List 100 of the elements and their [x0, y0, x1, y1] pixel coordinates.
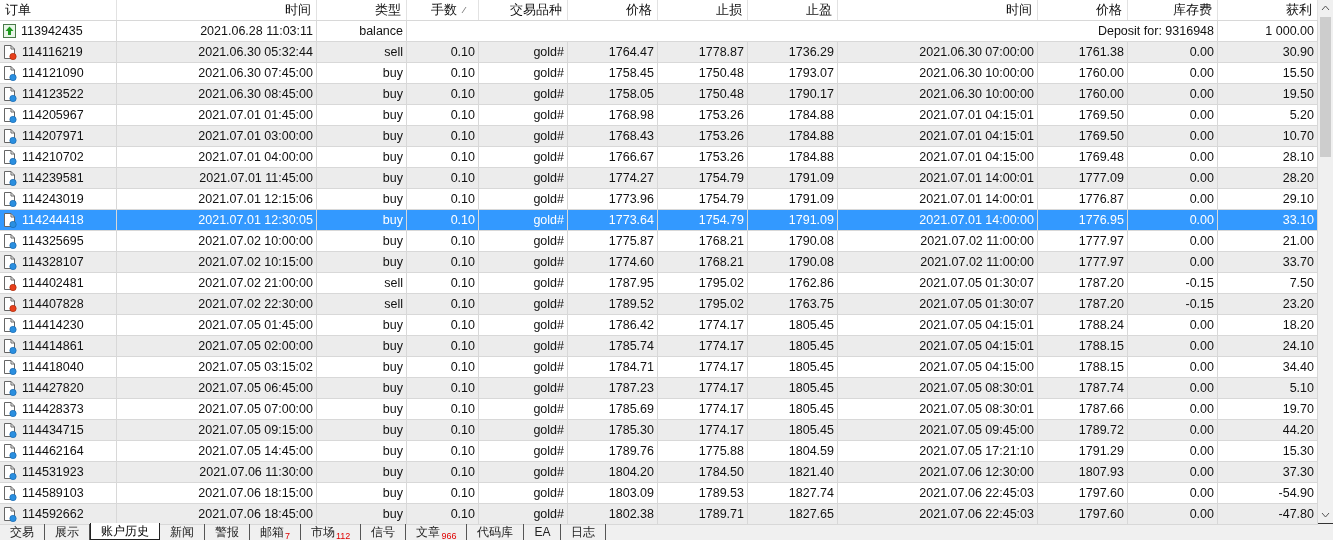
table-cell: 0.10	[407, 231, 479, 251]
table-cell: 0.10	[407, 105, 479, 125]
table-cell: 1785.74	[568, 336, 658, 356]
table-cell: 2021.07.02 10:15:00	[117, 252, 317, 272]
table-cell: 1750.48	[658, 84, 748, 104]
table-cell: 1760.00	[1038, 63, 1128, 83]
table-cell: 114407828	[22, 297, 84, 311]
table-cell: 2021.07.01 12:30:05	[117, 210, 317, 230]
table-cell: 0.10	[407, 84, 479, 104]
table-cell: buy	[317, 84, 407, 104]
table-cell: 1750.48	[658, 63, 748, 83]
table-row[interactable]: 114239581 2021.07.01 11:45:00 buy 0.10 gold# 1774.27 1754.79 1791.09 2021.07.01 14:00:01 1777.09 0.00 28.20	[0, 168, 1318, 189]
table-cell: buy	[317, 378, 407, 398]
table-row[interactable]: 114592662 2021.07.06 18:45:00 buy 0.10 gold# 1802.38 1789.71 1827.65 2021.07.06 22:45:03 1797.60 0.00 -47.80	[0, 504, 1318, 525]
column-header[interactable]: 价格	[568, 0, 658, 20]
scroll-thumb[interactable]	[1320, 17, 1331, 157]
column-header[interactable]: 时间	[838, 0, 1038, 20]
table-cell: 0.00	[1128, 336, 1218, 356]
table-cell: buy	[317, 210, 407, 230]
table-cell: 1788.15	[1038, 336, 1128, 356]
table-cell: 2021.07.06 22:45:03	[838, 483, 1038, 503]
table-row[interactable]: 114427820 2021.07.05 06:45:00 buy 0.10 gold# 1787.23 1774.17 1805.45 2021.07.05 08:30:01 1787.74 0.00 5.10	[0, 378, 1318, 399]
table-cell: 2021.07.01 12:15:06	[117, 189, 317, 209]
table-cell: buy	[317, 147, 407, 167]
table-cell: 1775.87	[568, 231, 658, 251]
table-cell: 1805.45	[748, 378, 838, 398]
table-cell: 0.00	[1128, 252, 1218, 272]
tab[interactable]: 警报	[205, 524, 250, 540]
table-cell: gold#	[479, 105, 568, 125]
table-row[interactable]: 114207971 2021.07.01 03:00:00 buy 0.10 gold# 1768.43 1753.26 1784.88 2021.07.01 04:15:01 1769.50 0.00 10.70	[0, 126, 1318, 147]
table-cell: 1789.76	[568, 441, 658, 461]
table-cell: 114244418	[22, 213, 84, 227]
table-cell: 1768.21	[658, 252, 748, 272]
table-cell: 1776.95	[1038, 210, 1128, 230]
table-cell: 2021.07.05 04:15:01	[838, 315, 1038, 335]
table-cell: 1787.74	[1038, 378, 1128, 398]
table-cell: 1795.02	[658, 273, 748, 293]
table-cell: 1807.93	[1038, 462, 1128, 482]
table-cell: 2021.06.28 11:03:11	[117, 21, 317, 41]
table-row[interactable]: 114116219 2021.06.30 05:32:44 sell 0.10 gold# 1764.47 1778.87 1736.29 2021.06.30 07:00:00 1761.38 0.00 30.90	[0, 42, 1318, 63]
table-cell: 2021.07.02 21:00:00	[117, 273, 317, 293]
table-cell: 1805.45	[748, 420, 838, 440]
tab[interactable]: 交易	[0, 524, 45, 540]
column-header[interactable]: 交易品种	[479, 0, 568, 20]
document-icon	[3, 170, 17, 186]
tab[interactable]: 市场$_{112}$	[301, 524, 362, 540]
table-cell: sell	[317, 294, 407, 314]
tab[interactable]: 文章$_{966}$	[406, 524, 468, 540]
table-cell: 0.10	[407, 420, 479, 440]
table-row[interactable]: 114328107 2021.07.02 10:15:00 buy 0.10 gold# 1774.60 1768.21 1790.08 2021.07.02 11:00:00 1777.97 0.00 33.70	[0, 252, 1318, 273]
table-row[interactable]: 114414861 2021.07.05 02:00:00 buy 0.10 gold# 1785.74 1774.17 1805.45 2021.07.05 04:15:01 1788.15 0.00 24.10	[0, 336, 1318, 357]
table-cell: 2021.07.06 18:15:00	[117, 483, 317, 503]
table-cell: 114207971	[22, 129, 84, 143]
table-cell: 1769.48	[1038, 147, 1128, 167]
column-header[interactable]: 时间	[117, 0, 317, 20]
table-cell: 1774.27	[568, 168, 658, 188]
table-cell: 2021.07.01 04:15:01	[838, 105, 1038, 125]
table-cell: 0.10	[407, 399, 479, 419]
tab[interactable]: 日志	[561, 524, 607, 540]
table-cell: 1786.42	[568, 315, 658, 335]
table-cell: 1774.17	[658, 357, 748, 377]
table-cell: buy	[317, 420, 407, 440]
column-header[interactable]: 价格	[1038, 0, 1128, 20]
table-row[interactable]: 114123522 2021.06.30 08:45:00 buy 0.10 gold# 1758.05 1750.48 1790.17 2021.06.30 10:00:00 1760.00 0.00 19.50	[0, 84, 1318, 105]
table-cell: 1821.40	[748, 462, 838, 482]
tab[interactable]: 账户历史	[90, 523, 160, 540]
table-cell: 1777.97	[1038, 231, 1128, 251]
table-cell: gold#	[479, 147, 568, 167]
table-cell: 1774.60	[568, 252, 658, 272]
table-cell: 0.00	[1128, 105, 1218, 125]
tab[interactable]: 邮箱$_{7}$	[250, 524, 301, 540]
table-cell: 114434715	[22, 423, 84, 437]
column-header[interactable]: 手数	[407, 0, 479, 20]
column-header[interactable]: 类型	[317, 0, 407, 20]
table-cell: gold#	[479, 399, 568, 419]
column-header[interactable]: 库存费	[1128, 0, 1218, 20]
column-header[interactable]: 止损	[658, 0, 748, 20]
table-cell: 1788.24	[1038, 315, 1128, 335]
table-cell: 2021.07.05 04:15:00	[838, 357, 1038, 377]
table-row[interactable]: 114531923 2021.07.06 11:30:00 buy 0.10 gold# 1804.20 1784.50 1821.40 2021.07.06 12:30:00 1807.93 0.00 37.30	[0, 462, 1318, 483]
table-cell: gold#	[479, 336, 568, 356]
document-icon	[3, 506, 17, 522]
tab[interactable]: 新闻	[160, 524, 205, 540]
table-cell: 1754.79	[658, 189, 748, 209]
table-row[interactable]: 114434715 2021.07.05 09:15:00 buy 0.10 gold# 1785.30 1774.17 1805.45 2021.07.05 09:45:00 1789.72 0.00 44.20	[0, 420, 1318, 441]
tab[interactable]: EA	[524, 524, 562, 540]
table-cell: buy	[317, 441, 407, 461]
table-cell: 0.10	[407, 462, 479, 482]
table-cell: 2021.07.01 04:15:01	[838, 126, 1038, 146]
column-header[interactable]: 止盈	[748, 0, 838, 20]
column-header[interactable]: 订单	[0, 0, 117, 20]
table-cell: 1787.66	[1038, 399, 1128, 419]
tab[interactable]: 代码库	[467, 524, 525, 540]
table-cell: 1791.09	[748, 189, 838, 209]
table-cell: buy	[317, 126, 407, 146]
table-cell: 0.10	[407, 252, 479, 272]
document-icon	[3, 338, 17, 354]
tab[interactable]: 信号	[361, 524, 407, 540]
table-cell: 1773.64	[568, 210, 658, 230]
table-row[interactable]: 114407828 2021.07.02 22:30:00 sell 0.10 gold# 1789.52 1795.02 1763.75 2021.07.05 01:30:07 1787.20 -0.15 23.20	[0, 294, 1318, 315]
